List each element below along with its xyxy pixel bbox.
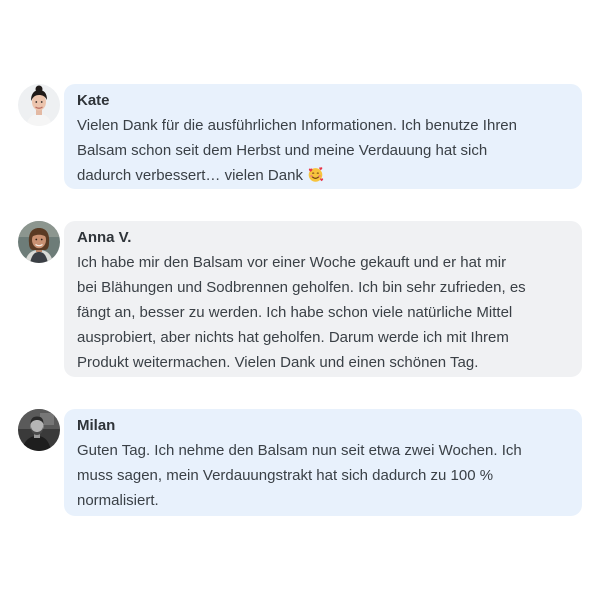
comment-line: normalisiert. bbox=[77, 492, 159, 509]
avatar-kate[interactable] bbox=[18, 84, 60, 126]
man-grayscale-icon bbox=[18, 409, 60, 451]
comment-line: Balsam schon seit dem Herbst und meine V… bbox=[77, 142, 488, 159]
comment-author[interactable]: Milan bbox=[77, 416, 570, 436]
comment-line-last: dadurch verbessert… vielen Dank bbox=[77, 163, 570, 188]
woman-portrait-icon bbox=[18, 84, 60, 126]
comment-text: Ich habe mir den Balsam vor einer Woche … bbox=[77, 250, 570, 375]
comment-text: Guten Tag. Ich nehme den Balsam nun seit… bbox=[77, 438, 570, 513]
comment-bubble: Kate Vielen Dank für die ausführlichen I… bbox=[64, 84, 582, 189]
comment-line: bei Blähungen und Sodbrennen geholfen. I… bbox=[77, 279, 526, 296]
comment-line: Vielen Dank für die ausführlichen Inform… bbox=[77, 117, 517, 134]
comment-line-text: dadurch verbessert… vielen Dank bbox=[77, 167, 303, 184]
comment-author[interactable]: Kate bbox=[77, 91, 570, 111]
avatar-milan[interactable] bbox=[18, 409, 60, 451]
comment-line: ausprobiert, aber nichts hat geholfen. D… bbox=[77, 329, 509, 346]
comment-line: fängt an, besser zu werden. Ich habe sch… bbox=[77, 304, 513, 321]
comment-line: muss sagen, mein Verdauungstrakt hat sic… bbox=[77, 467, 494, 484]
comment-author[interactable]: Anna V. bbox=[77, 228, 570, 248]
comment-bubble: Anna V. Ich habe mir den Balsam vor eine… bbox=[64, 221, 582, 377]
smiling-face-with-hearts-icon bbox=[308, 167, 324, 182]
comment-line: Produkt weitermachen. Vielen Dank und ei… bbox=[77, 354, 479, 371]
comment-line: Guten Tag. Ich nehme den Balsam nun seit… bbox=[77, 442, 522, 459]
comment-text: Vielen Dank für die ausführlichen Inform… bbox=[77, 113, 570, 188]
avatar-anna[interactable] bbox=[18, 221, 60, 263]
comment-line: Ich habe mir den Balsam vor einer Woche … bbox=[77, 254, 507, 271]
woman-portrait-icon bbox=[18, 221, 60, 263]
comment-bubble: Milan Guten Tag. Ich nehme den Balsam nu… bbox=[64, 409, 582, 516]
